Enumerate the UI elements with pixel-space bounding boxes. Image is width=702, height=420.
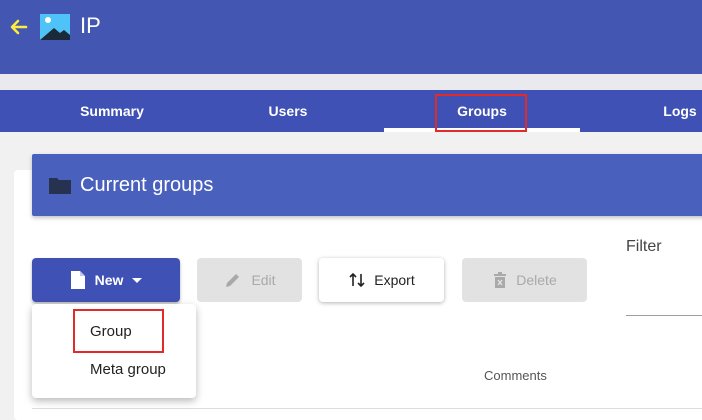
- pencil-icon: [226, 274, 240, 287]
- tab-summary[interactable]: Summary: [52, 90, 172, 132]
- tab-logs[interactable]: Logs: [640, 90, 702, 132]
- filter-label: Filter: [626, 238, 662, 255]
- caret-down-icon: [132, 278, 143, 283]
- file-icon: [70, 271, 85, 289]
- export-button-label: Export: [374, 272, 415, 288]
- sort-arrows-icon: [349, 272, 365, 288]
- filter-input[interactable]: [626, 315, 702, 316]
- top-app-bar: [0, 0, 702, 74]
- delete-button-label: Delete: [516, 272, 557, 288]
- annotation-highlight-groups-tab: [435, 94, 527, 132]
- page-title: IP: [80, 13, 101, 38]
- section-title: Current groups: [80, 174, 214, 196]
- delete-button[interactable]: Delete: [462, 258, 587, 302]
- export-button[interactable]: Export: [319, 258, 444, 302]
- column-header-comments: Comments: [484, 368, 547, 383]
- annotation-highlight-group-item: [73, 309, 164, 353]
- new-button-label: New: [94, 272, 124, 288]
- trash-icon: [494, 272, 507, 288]
- tab-users[interactable]: Users: [228, 90, 348, 132]
- menu-item-meta-group[interactable]: Meta group: [90, 361, 166, 378]
- new-button[interactable]: New: [32, 258, 180, 302]
- folder-icon: [49, 178, 71, 194]
- image-icon: [40, 14, 70, 40]
- edit-button[interactable]: Edit: [197, 258, 302, 302]
- header-gap: [0, 74, 702, 90]
- table-divider: [32, 408, 702, 409]
- back-arrow-icon[interactable]: [6, 14, 32, 40]
- edit-button-label: Edit: [251, 272, 276, 288]
